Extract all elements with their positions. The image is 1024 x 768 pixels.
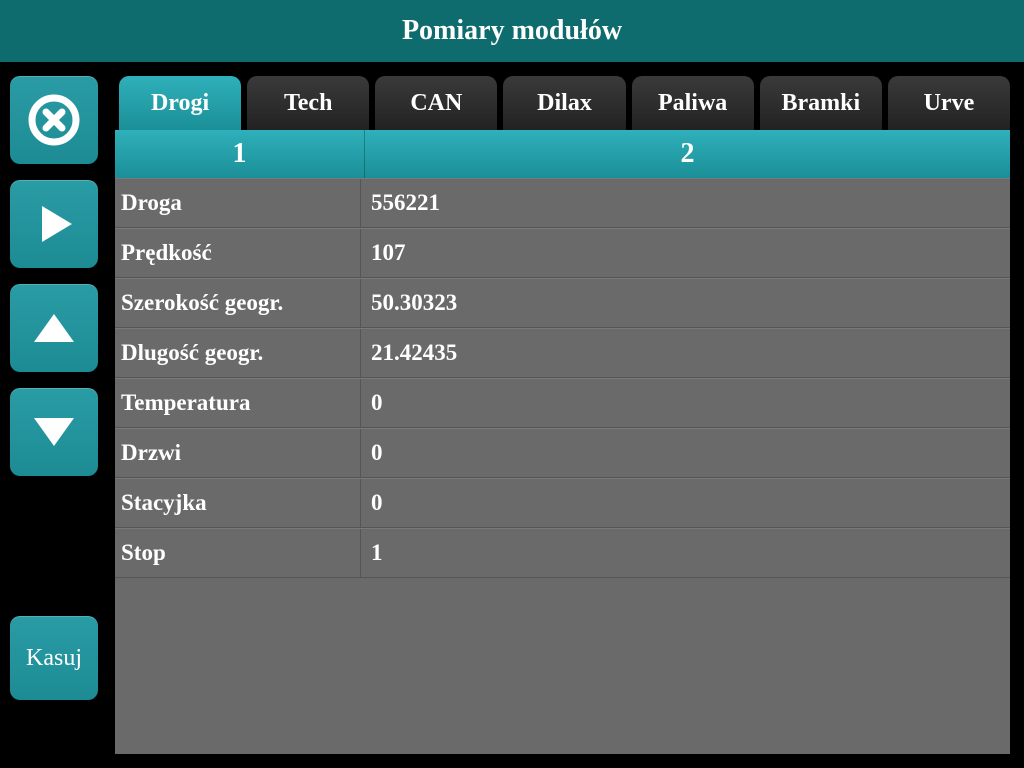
row-label-drzwi: Drzwi — [115, 429, 361, 477]
up-button[interactable] — [10, 284, 98, 372]
table-row: Droga 556221 — [115, 178, 1010, 228]
row-value-temperatura: 0 — [361, 379, 1010, 427]
table-row: Temperatura 0 — [115, 378, 1010, 428]
row-value-stop: 1 — [361, 529, 1010, 577]
subtabs-row: 1 2 — [115, 130, 1010, 178]
row-label-predkosc: Prędkość — [115, 229, 361, 277]
tab-bramki[interactable]: Bramki — [760, 76, 882, 130]
triangle-up-icon — [30, 304, 78, 352]
sidebar: Kasuj — [0, 62, 115, 768]
row-value-predkosc: 107 — [361, 229, 1010, 277]
row-label-stop: Stop — [115, 529, 361, 577]
tab-paliwa[interactable]: Paliwa — [632, 76, 754, 130]
row-value-szerokosc: 50.30323 — [361, 279, 1010, 327]
row-label-szerokosc: Szerokość geogr. — [115, 279, 361, 327]
triangle-down-icon — [30, 408, 78, 456]
tab-tech[interactable]: Tech — [247, 76, 369, 130]
table-row: Stacyjka 0 — [115, 478, 1010, 528]
subtab-1[interactable]: 1 — [115, 130, 365, 178]
tab-can[interactable]: CAN — [375, 76, 497, 130]
row-value-dlugosc: 21.42435 — [361, 329, 1010, 377]
data-table: Droga 556221 Prędkość 107 Szerokość geog… — [115, 178, 1010, 754]
down-button[interactable] — [10, 388, 98, 476]
table-row: Drzwi 0 — [115, 428, 1010, 478]
row-value-droga: 556221 — [361, 179, 1010, 227]
row-label-temperatura: Temperatura — [115, 379, 361, 427]
tabs-row: Drogi Tech CAN Dilax Paliwa Bramki Urve — [115, 76, 1010, 130]
table-row: Prędkość 107 — [115, 228, 1010, 278]
table-row: Szerokość geogr. 50.30323 — [115, 278, 1010, 328]
kasuj-button[interactable]: Kasuj — [10, 616, 98, 700]
table-row: Stop 1 — [115, 528, 1010, 578]
app-body: Kasuj Drogi Tech CAN Dilax Paliwa Bramki… — [0, 62, 1024, 768]
row-value-stacyjka: 0 — [361, 479, 1010, 527]
play-icon — [30, 200, 78, 248]
row-label-droga: Droga — [115, 179, 361, 227]
row-label-dlugosc: Dlugość geogr. — [115, 329, 361, 377]
tab-dilax[interactable]: Dilax — [503, 76, 625, 130]
main-panel: Drogi Tech CAN Dilax Paliwa Bramki Urve … — [115, 62, 1024, 768]
play-button[interactable] — [10, 180, 98, 268]
row-label-stacyjka: Stacyjka — [115, 479, 361, 527]
tab-urve[interactable]: Urve — [888, 76, 1010, 130]
app-header: Pomiary modułów — [0, 0, 1024, 62]
sidebar-spacer — [10, 492, 107, 600]
close-button[interactable] — [10, 76, 98, 164]
subtab-2[interactable]: 2 — [365, 130, 1010, 178]
table-row: Dlugość geogr. 21.42435 — [115, 328, 1010, 378]
tab-drogi[interactable]: Drogi — [119, 76, 241, 130]
row-value-drzwi: 0 — [361, 429, 1010, 477]
close-circle-icon — [26, 92, 82, 148]
page-title: Pomiary modułów — [402, 15, 622, 47]
